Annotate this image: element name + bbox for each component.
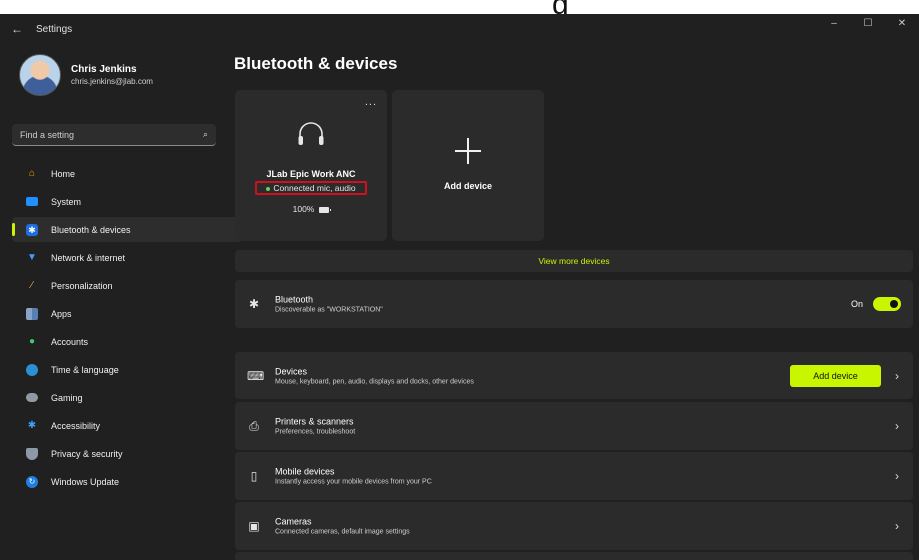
bluetooth-title: Bluetooth	[275, 294, 314, 305]
view-more-devices-link[interactable]: View more devices	[235, 250, 913, 272]
controller-icon	[26, 393, 38, 402]
profile-name: Chris Jenkins	[71, 64, 137, 75]
device-card[interactable]: ... JLab Epic Work ANC Connected mic, au…	[235, 90, 387, 241]
chevron-right-icon[interactable]: ›	[895, 419, 899, 433]
printer-icon: ⎙	[249, 419, 259, 433]
device-status: Connected mic, audio	[273, 183, 356, 193]
search-icon[interactable]: ⌕	[203, 129, 208, 140]
sidebar-item-system[interactable]: System	[12, 189, 242, 214]
minimize-button[interactable]: –	[817, 14, 851, 36]
system-icon	[26, 197, 38, 206]
camera-icon: ▣	[248, 519, 260, 533]
sidebar-item-accessibility[interactable]: ✱ Accessibility	[12, 413, 242, 438]
sidebar-item-label: Personalization	[51, 280, 113, 291]
device-battery: 100%	[235, 204, 387, 214]
printers-subtitle: Preferences, troubleshoot	[275, 428, 356, 436]
devices-title: Devices	[275, 366, 308, 376]
app-title: Settings	[36, 23, 73, 35]
cameras-row[interactable]: ▣ Cameras Connected cameras, default ima…	[235, 502, 913, 550]
sidebar-item-network[interactable]: ▼ Network & internet	[12, 245, 242, 270]
sidebar-item-label: Apps	[51, 308, 72, 319]
sidebar-item-home[interactable]: ⌂ Home	[12, 161, 242, 186]
home-icon: ⌂	[28, 167, 36, 179]
maximize-button[interactable]: ☐	[851, 14, 885, 36]
sidebar-item-label: Accounts	[51, 336, 89, 347]
next-settings-row[interactable]	[235, 552, 913, 560]
device-name: JLab Epic Work ANC	[266, 169, 356, 179]
bluetooth-icon: ✱	[26, 223, 38, 236]
chevron-right-icon[interactable]: ›	[895, 519, 899, 533]
sidebar-nav: ⌂ Home System ✱ Bluetooth & devices ▼ Ne…	[12, 161, 242, 497]
bluetooth-row[interactable]: ✱ Bluetooth Discoverable as "WORKSTATION…	[235, 280, 913, 328]
connected-dot-icon	[266, 186, 271, 191]
apps-icon	[26, 307, 38, 320]
avatar	[19, 54, 61, 96]
devices-row[interactable]: ⌨ Devices Mouse, keyboard, pen, audio, d…	[235, 352, 913, 399]
mobile-subtitle: Instantly access your mobile devices fro…	[275, 478, 432, 486]
sidebar-item-label: Network & internet	[51, 252, 126, 263]
cameras-title: Cameras	[275, 516, 312, 527]
update-icon: ↻	[26, 475, 38, 488]
cameras-subtitle: Connected cameras, default image setting…	[275, 528, 410, 536]
sidebar-item-gaming[interactable]: Gaming	[12, 385, 242, 410]
close-button[interactable]: ✕	[885, 14, 919, 36]
plus-icon	[455, 138, 481, 164]
device-status-highlight: Connected mic, audio	[255, 181, 367, 195]
sidebar-item-accounts[interactable]: ● Accounts	[12, 329, 242, 354]
bluetooth-toggle[interactable]	[873, 297, 901, 311]
window-controls: – ☐ ✕	[817, 14, 919, 36]
sidebar-item-personalization[interactable]: ∕ Personalization	[12, 273, 242, 298]
user-profile[interactable]: Chris Jenkins chris.jenkins@jlab.com	[19, 54, 153, 96]
back-button[interactable]: ←	[6, 22, 28, 36]
chevron-right-icon[interactable]: ›	[895, 469, 899, 483]
sidebar-item-label: System	[51, 196, 82, 207]
sidebar-item-label: Accessibility	[51, 420, 101, 431]
settings-window: ← Settings – ☐ ✕ Chris Jenkins chris.jen…	[0, 14, 919, 560]
accessibility-icon: ✱	[27, 419, 37, 431]
sidebar-item-privacy[interactable]: Privacy & security	[12, 441, 242, 466]
mobile-title: Mobile devices	[275, 466, 335, 477]
search-box[interactable]: ⌕	[12, 124, 216, 146]
search-input[interactable]	[20, 129, 180, 140]
bluetooth-subtitle: Discoverable as "WORKSTATION"	[275, 306, 383, 314]
chevron-right-icon[interactable]: ›	[895, 369, 899, 383]
battery-percent: 100%	[292, 204, 315, 214]
printers-row[interactable]: ⎙ Printers & scanners Preferences, troub…	[235, 402, 913, 450]
battery-icon	[319, 206, 332, 213]
sidebar-item-label: Windows Update	[51, 476, 120, 487]
brush-icon: ∕	[31, 279, 33, 291]
add-device-button[interactable]: Add device	[790, 364, 881, 387]
headphones-icon	[298, 122, 324, 145]
sidebar-item-label: Bluetooth & devices	[51, 224, 131, 235]
printers-title: Printers & scanners	[275, 416, 354, 427]
keyboard-icon: ⌨	[247, 368, 265, 383]
bluetooth-icon: ✱	[248, 297, 260, 311]
sidebar-item-label: Time & language	[51, 364, 119, 375]
sidebar-item-time-language[interactable]: Time & language	[12, 357, 242, 382]
sidebar-item-label: Privacy & security	[51, 448, 123, 459]
sidebar-item-bluetooth[interactable]: ✱ Bluetooth & devices	[12, 217, 242, 242]
mobile-devices-row[interactable]: ▯ Mobile devices Instantly access your m…	[235, 452, 913, 500]
add-device-card-label: Add device	[443, 181, 492, 191]
person-icon: ●	[28, 335, 36, 347]
sidebar-item-label: Gaming	[51, 392, 83, 403]
title-bar: ← Settings – ☐ ✕	[0, 14, 919, 44]
page-title: Bluetooth & devices	[234, 54, 398, 73]
profile-email: chris.jenkins@jlab.com	[71, 77, 153, 86]
sidebar-item-apps[interactable]: Apps	[12, 301, 242, 326]
sidebar: Chris Jenkins chris.jenkins@jlab.com ⌕ ⌂…	[0, 44, 242, 560]
sidebar-item-label: Home	[51, 168, 76, 179]
globe-icon	[26, 363, 38, 376]
add-device-card[interactable]: Add device	[392, 90, 544, 241]
phone-icon: ▯	[250, 469, 258, 483]
devices-subtitle: Mouse, keyboard, pen, audio, displays an…	[275, 378, 474, 385]
bluetooth-state-label: On	[850, 299, 863, 309]
sidebar-item-windows-update[interactable]: ↻ Windows Update	[12, 469, 242, 494]
wifi-icon: ▼	[27, 251, 37, 263]
shield-icon	[26, 447, 38, 460]
more-options-button[interactable]: ...	[365, 97, 377, 108]
